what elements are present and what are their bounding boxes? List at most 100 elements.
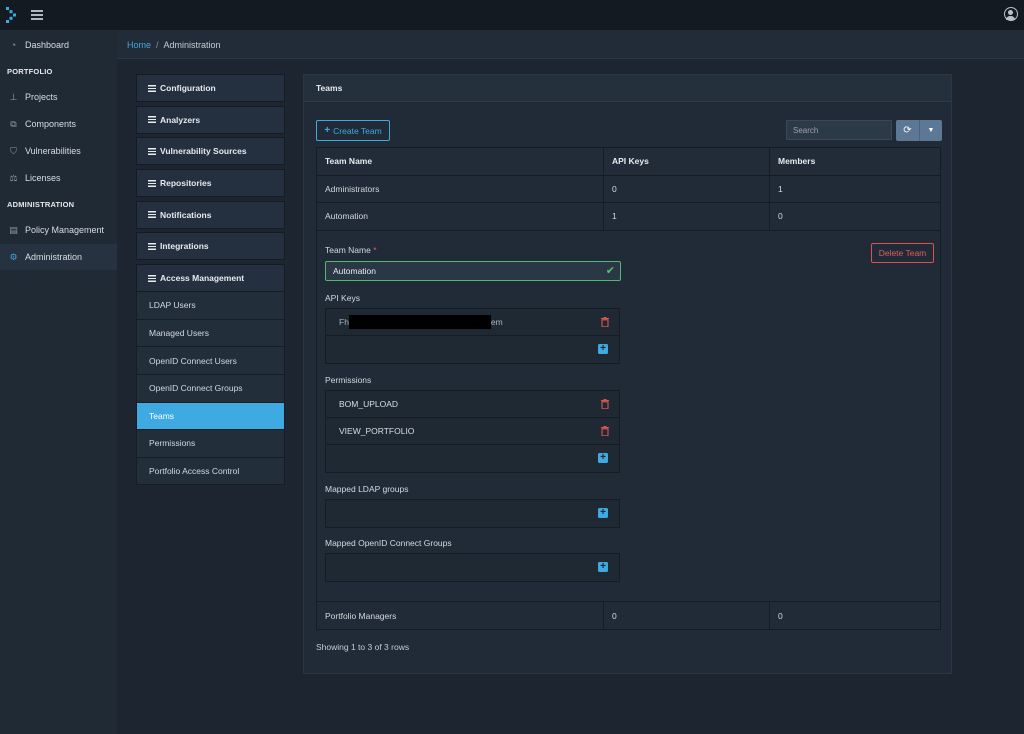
menu-item-managed-users[interactable]: Managed Users <box>136 319 285 348</box>
menu-section-label: Configuration <box>160 83 216 93</box>
add-ldap-group-row: + <box>326 500 619 527</box>
menu-item-permissions[interactable]: Permissions <box>136 430 285 458</box>
cogs-icon: ⚙ <box>9 251 18 262</box>
add-api-key-icon[interactable]: + <box>598 343 608 354</box>
sidebar-item-administration[interactable]: ⚙ Administration <box>0 244 117 270</box>
column-header-members[interactable]: Members <box>769 148 940 175</box>
menu-item-portfolio-access-control[interactable]: Portfolio Access Control <box>136 457 285 486</box>
menu-section-configuration[interactable]: Configuration <box>136 74 285 102</box>
cell-members: 1 <box>769 175 940 203</box>
sidebar-item-policy-management[interactable]: ▤ Policy Management <box>0 217 117 243</box>
permission-name: VIEW_PORTFOLIO <box>339 425 415 436</box>
trash-icon[interactable] <box>601 316 609 327</box>
menu-item-openid-connect-groups[interactable]: OpenID Connect Groups <box>136 374 285 403</box>
api-keys-list: Fh em + <box>325 307 620 364</box>
bars-icon <box>148 242 156 250</box>
sidebar: ◔ Dashboard PORTFOLIO ⊥ Projects ⧉ Compo… <box>0 31 117 734</box>
menu-toggle-icon[interactable] <box>31 10 43 20</box>
permission-row: BOM_UPLOAD <box>326 391 619 418</box>
refresh-icon[interactable]: ⟳ <box>896 120 920 141</box>
menu-section-label: Access Management <box>160 273 245 284</box>
permissions-label: Permissions <box>325 374 372 385</box>
menu-section-repositories[interactable]: Repositories <box>136 169 285 198</box>
table-row[interactable]: Administrators 0 1 <box>317 175 940 204</box>
table-row[interactable]: Portfolio Managers 0 0 <box>317 601 940 630</box>
ldap-groups-list: + <box>325 498 620 528</box>
menu-section-label: Notifications <box>160 209 212 220</box>
mapped-ldap-groups-label: Mapped LDAP groups <box>325 483 409 494</box>
team-name-input[interactable]: Automation ✔ <box>325 260 621 281</box>
menu-section-analyzers[interactable]: Analyzers <box>136 105 285 134</box>
breadcrumb-home-link[interactable]: Home <box>127 40 151 50</box>
dashboard-icon: ◔ <box>10 40 17 50</box>
add-api-key-row: + <box>326 336 619 363</box>
bars-icon <box>148 84 156 92</box>
delete-team-button[interactable]: Delete Team <box>871 242 934 263</box>
top-navbar <box>0 0 1024 31</box>
permission-row: VIEW_PORTFOLIO <box>326 418 619 445</box>
check-icon: ✔ <box>605 264 615 277</box>
menu-item-ldap-users[interactable]: LDAP Users <box>136 292 285 320</box>
api-key-prefix: Fh <box>339 316 349 327</box>
menu-section-label: Repositories <box>160 178 212 189</box>
bars-icon <box>148 211 156 219</box>
pagination-info: Showing 1 to 3 of 3 rows <box>316 642 410 652</box>
trash-icon[interactable] <box>601 398 609 409</box>
teams-panel: Teams + Create Team Search ⟳ ▼ Team Name… <box>303 74 952 674</box>
add-permission-icon[interactable]: + <box>598 452 608 463</box>
sidebar-item-licenses[interactable]: ⚖ Licenses <box>0 165 117 191</box>
bars-icon <box>148 179 156 187</box>
table-row[interactable]: Automation 1 0 <box>317 203 940 231</box>
team-name-label-text: Team Name <box>325 244 371 255</box>
bars-icon <box>148 116 156 124</box>
menu-section-label: Vulnerability Sources <box>160 146 247 157</box>
sitemap-icon: ⊥ <box>9 91 18 102</box>
add-oidc-group-icon[interactable]: + <box>598 561 608 572</box>
menu-section-label: Analyzers <box>160 114 201 125</box>
menu-section-integrations[interactable]: Integrations <box>136 232 285 261</box>
sidebar-item-label: Components <box>25 119 77 129</box>
trash-icon[interactable] <box>601 425 609 436</box>
sidebar-item-label: Licenses <box>25 173 61 183</box>
permissions-list: BOM_UPLOAD VIEW_PORTFOLIO + <box>325 389 620 473</box>
sidebar-item-dashboard[interactable]: ◔ Dashboard <box>0 32 117 58</box>
menu-section-notifications[interactable]: Notifications <box>136 200 285 229</box>
sidebar-heading-administration: ADMINISTRATION <box>7 200 75 209</box>
menu-item-teams[interactable]: Teams <box>136 402 285 431</box>
create-team-button[interactable]: + Create Team <box>316 120 390 141</box>
bars-icon <box>148 147 156 155</box>
menu-section-vulnerability-sources[interactable]: Vulnerability Sources <box>136 137 285 166</box>
search-input[interactable]: Search <box>786 120 892 140</box>
teams-table: Team Name API Keys Members Administrator… <box>316 147 941 631</box>
admin-menu: Configuration Analyzers Vulnerability So… <box>136 74 285 486</box>
sidebar-item-label: Administration <box>25 252 83 262</box>
user-profile-icon[interactable] <box>1004 7 1018 21</box>
cell-api-keys: 1 <box>603 203 769 230</box>
team-name-label: Team Name * <box>325 245 377 255</box>
cell-team-name: Administrators <box>325 183 380 194</box>
menu-section-access-management[interactable]: Access Management <box>136 264 285 293</box>
sidebar-item-label: Policy Management <box>25 225 105 235</box>
menu-item-openid-connect-users[interactable]: OpenID Connect Users <box>136 347 285 375</box>
sidebar-item-vulnerabilities[interactable]: ⛉ Vulnerabilities <box>0 138 117 164</box>
sidebar-item-label: Vulnerabilities <box>25 146 81 156</box>
bars-icon <box>148 274 156 282</box>
panel-title: Teams <box>304 75 951 102</box>
cell-members: 0 <box>769 601 940 630</box>
column-header-team-name[interactable]: Team Name <box>317 156 603 166</box>
column-header-api-keys[interactable]: API Keys <box>603 148 769 175</box>
refresh-button-group: ⟳ ▼ <box>896 120 942 141</box>
sidebar-item-projects[interactable]: ⊥ Projects <box>0 84 117 110</box>
team-name-value: Automation <box>333 265 376 276</box>
sidebar-heading-portfolio: PORTFOLIO <box>7 67 53 76</box>
dependency-track-logo[interactable] <box>6 7 18 23</box>
caret-down-icon[interactable]: ▼ <box>920 120 942 141</box>
breadcrumb-current: Administration <box>163 39 221 50</box>
plus-icon: + <box>324 125 331 136</box>
shield-icon: ⛉ <box>10 145 17 156</box>
api-keys-label: API Keys <box>325 292 360 303</box>
required-mark: * <box>373 244 377 255</box>
list-alt-icon: ▤ <box>9 224 18 235</box>
sidebar-item-components[interactable]: ⧉ Components <box>0 111 117 137</box>
add-ldap-group-icon[interactable]: + <box>598 507 608 518</box>
